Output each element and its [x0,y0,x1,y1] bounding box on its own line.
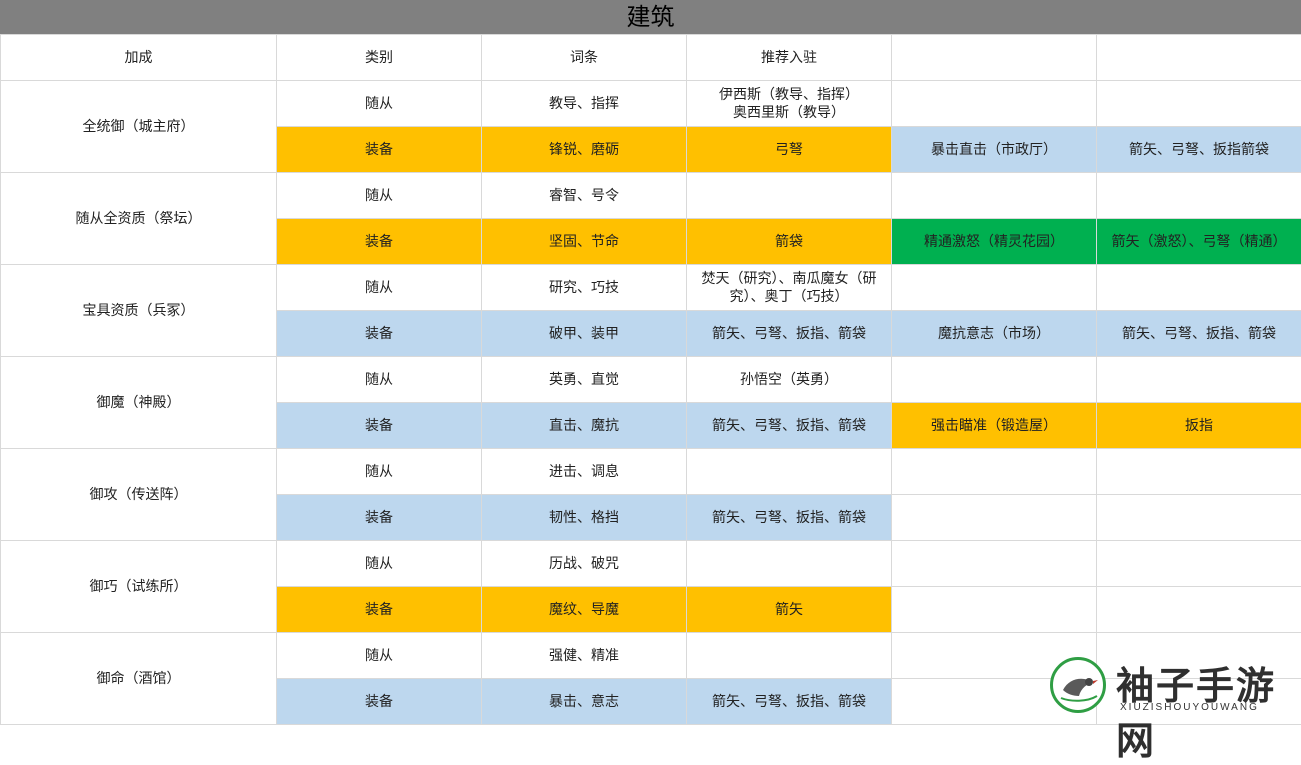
category-cell[interactable]: 装备 [277,679,482,725]
entry-cell[interactable]: 破甲、装甲 [482,311,687,357]
extra-cell-2[interactable]: 箭矢（激怒）、弓弩（精通） [1097,219,1301,265]
header-cell[interactable]: 加成 [1,35,277,81]
recommend-cell[interactable]: 箭矢 [687,587,892,633]
table-row: 全统御（城主府）随从教导、指挥伊西斯（教导、指挥）奥西里斯（教导） [1,81,1301,127]
extra-cell-2[interactable]: 扳指 [1097,403,1301,449]
watermark: 袖子手游网 XIUZISHOUYOUWANG [1050,655,1290,720]
recommend-cell[interactable]: 弓弩 [687,127,892,173]
extra-cell-1[interactable] [892,587,1097,633]
bonus-cell[interactable]: 御命（酒馆） [1,633,277,725]
sheet-title: 建筑 [0,0,1301,34]
bonus-cell[interactable]: 御魔（神殿） [1,357,277,449]
recommend-cell[interactable]: 箭矢、弓弩、扳指、箭袋 [687,495,892,541]
extra-cell-1[interactable] [892,81,1097,127]
entry-cell[interactable]: 进击、调息 [482,449,687,495]
table-row: 宝具资质（兵冢）随从研究、巧技焚天（研究）、南瓜魔女（研究）、奥丁（巧技） [1,265,1301,311]
entry-cell[interactable]: 韧性、格挡 [482,495,687,541]
entry-cell[interactable]: 直击、魔抗 [482,403,687,449]
category-cell[interactable]: 装备 [277,127,482,173]
category-cell[interactable]: 装备 [277,495,482,541]
category-cell[interactable]: 装备 [277,219,482,265]
recommend-cell[interactable] [687,541,892,587]
header-cell[interactable]: 类别 [277,35,482,81]
extra-cell-1[interactable]: 暴击直击（市政厅） [892,127,1097,173]
entry-cell[interactable]: 教导、指挥 [482,81,687,127]
extra-cell-2[interactable] [1097,357,1301,403]
recommend-cell[interactable]: 孙悟空（英勇） [687,357,892,403]
bonus-cell[interactable]: 御攻（传送阵） [1,449,277,541]
bonus-cell[interactable]: 全统御（城主府） [1,81,277,173]
category-cell[interactable]: 随从 [277,541,482,587]
recommend-cell[interactable]: 箭袋 [687,219,892,265]
category-cell[interactable]: 随从 [277,449,482,495]
extra-cell-2[interactable] [1097,449,1301,495]
recommend-cell[interactable]: 焚天（研究）、南瓜魔女（研究）、奥丁（巧技） [687,265,892,311]
extra-cell-2[interactable] [1097,265,1301,311]
watermark-sub: XIUZISHOUYOUWANG [1120,702,1259,713]
recommend-cell[interactable]: 箭矢、弓弩、扳指、箭袋 [687,403,892,449]
recommend-cell[interactable]: 箭矢、弓弩、扳指、箭袋 [687,311,892,357]
category-cell[interactable]: 随从 [277,265,482,311]
extra-cell-2[interactable] [1097,495,1301,541]
category-cell[interactable]: 随从 [277,81,482,127]
bonus-cell[interactable]: 宝具资质（兵冢） [1,265,277,357]
category-cell[interactable]: 装备 [277,587,482,633]
header-cell[interactable] [892,35,1097,81]
extra-cell-1[interactable] [892,541,1097,587]
extra-cell-1[interactable]: 精通激怒（精灵花园） [892,219,1097,265]
header-cell[interactable] [1097,35,1301,81]
recommend-cell[interactable] [687,173,892,219]
entry-cell[interactable]: 魔纹、导魔 [482,587,687,633]
table-row: 御攻（传送阵）随从进击、调息 [1,449,1301,495]
recommend-cell[interactable]: 箭矢、弓弩、扳指、箭袋 [687,679,892,725]
entry-cell[interactable]: 锋锐、磨砺 [482,127,687,173]
category-cell[interactable]: 装备 [277,403,482,449]
bonus-cell[interactable]: 随从全资质（祭坛） [1,173,277,265]
extra-cell-1[interactable] [892,357,1097,403]
extra-cell-1[interactable] [892,495,1097,541]
category-cell[interactable]: 随从 [277,633,482,679]
entry-cell[interactable]: 历战、破咒 [482,541,687,587]
recommend-cell[interactable] [687,633,892,679]
extra-cell-1[interactable] [892,449,1097,495]
extra-cell-1[interactable] [892,173,1097,219]
category-cell[interactable]: 随从 [277,357,482,403]
building-table: 加成 类别 词条 推荐入驻 全统御（城主府）随从教导、指挥伊西斯（教导、指挥）奥… [0,34,1301,725]
extra-cell-2[interactable] [1097,587,1301,633]
category-cell[interactable]: 装备 [277,311,482,357]
extra-cell-1[interactable]: 强击瞄准（锻造屋） [892,403,1097,449]
table-row: 随从全资质（祭坛）随从睿智、号令 [1,173,1301,219]
entry-cell[interactable]: 坚固、节命 [482,219,687,265]
header-row: 加成 类别 词条 推荐入驻 [1,35,1301,81]
extra-cell-2[interactable] [1097,173,1301,219]
header-cell[interactable]: 词条 [482,35,687,81]
extra-cell-1[interactable]: 魔抗意志（市场） [892,311,1097,357]
extra-cell-2[interactable]: 箭矢、弓弩、扳指、箭袋 [1097,311,1301,357]
header-cell[interactable]: 推荐入驻 [687,35,892,81]
recommend-cell[interactable]: 伊西斯（教导、指挥）奥西里斯（教导） [687,81,892,127]
table-row: 御巧（试练所）随从历战、破咒 [1,541,1301,587]
extra-cell-2[interactable]: 箭矢、弓弩、扳指箭袋 [1097,127,1301,173]
table-row: 御魔（神殿）随从英勇、直觉孙悟空（英勇） [1,357,1301,403]
bird-logo-icon [1050,657,1106,713]
entry-cell[interactable]: 强健、精准 [482,633,687,679]
entry-cell[interactable]: 英勇、直觉 [482,357,687,403]
recommend-cell[interactable] [687,449,892,495]
extra-cell-2[interactable] [1097,81,1301,127]
entry-cell[interactable]: 研究、巧技 [482,265,687,311]
entry-cell[interactable]: 暴击、意志 [482,679,687,725]
extra-cell-2[interactable] [1097,541,1301,587]
entry-cell[interactable]: 睿智、号令 [482,173,687,219]
extra-cell-1[interactable] [892,265,1097,311]
category-cell[interactable]: 随从 [277,173,482,219]
bonus-cell[interactable]: 御巧（试练所） [1,541,277,633]
